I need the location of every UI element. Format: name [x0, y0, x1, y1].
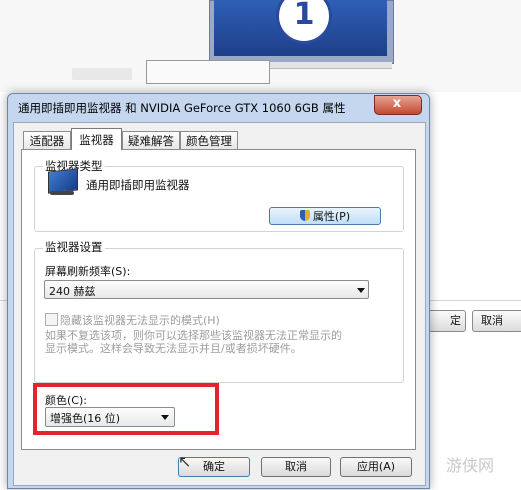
tab-adapter[interactable]: 适配器 [23, 131, 71, 149]
tab-color-management[interactable]: 颜色管理 [180, 131, 238, 149]
background-cancel-button[interactable]: 取消 [472, 310, 521, 332]
dialog-title: 通用即插即用监视器 和 NVIDIA GeForce GTX 1060 6GB … [18, 101, 346, 115]
refresh-rate-label: 屏幕刷新频率(S): [45, 265, 131, 278]
monitor-settings-group-label: 监视器设置 [43, 239, 105, 255]
refresh-rate-value[interactable]: 240 赫兹 [49, 283, 96, 299]
mouse-cursor-icon: ↖ [178, 452, 192, 471]
hide-modes-description-line2: 显示模式。这样会导致无法显示并且/或者损坏硬件。 [45, 342, 302, 355]
apply-button[interactable]: 应用(A) [340, 457, 412, 477]
hide-modes-checkbox[interactable] [45, 313, 58, 326]
monitor-icon-stand [50, 191, 74, 195]
properties-button-label: 属性(P) [312, 210, 351, 223]
chevron-down-icon[interactable] [357, 288, 365, 293]
background-label [72, 68, 132, 80]
properties-button[interactable]: 属性(P) [269, 207, 381, 225]
monitor-icon [48, 168, 78, 194]
hide-modes-label: 隐藏该监视器无法显示的模式(H) [60, 314, 220, 327]
tab-monitor[interactable]: 监视器 [71, 128, 122, 150]
monitor-name: 通用即插即用监视器 [86, 178, 190, 192]
cancel-button[interactable]: 取消 [261, 457, 331, 477]
red-highlight-annotation [33, 383, 219, 435]
background-dropdown[interactable] [146, 60, 270, 84]
tab-troubleshoot[interactable]: 疑难解答 [122, 131, 180, 149]
watermark: 游侠网 [446, 456, 495, 475]
close-icon[interactable]: x [374, 95, 420, 113]
shield-icon [299, 210, 310, 221]
